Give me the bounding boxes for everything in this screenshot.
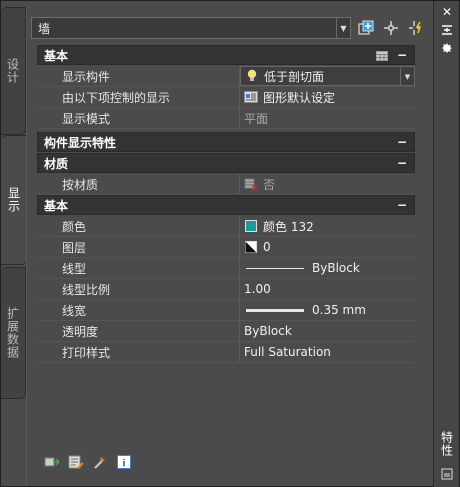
- property-row: 线宽 0.35 mm: [37, 300, 415, 321]
- property-row: 打印样式 Full Saturation: [37, 342, 415, 363]
- selector-toolbar: 墙 ▼: [31, 17, 426, 39]
- layer-icon: [244, 240, 258, 254]
- lineweight-sample: [246, 308, 304, 312]
- property-value-cell[interactable]: Full Saturation: [240, 342, 415, 362]
- property-name: 颜色: [37, 216, 240, 236]
- tab-display[interactable]: 显示: [1, 135, 27, 265]
- tab-extended-data-label: 扩展数据: [5, 307, 20, 359]
- property-value: ByBlock: [312, 261, 360, 275]
- category-component-display-title: 构件显示特性: [44, 135, 117, 150]
- select-objects-icon[interactable]: [381, 18, 401, 38]
- svg-text:i: i: [123, 458, 126, 469]
- category-material[interactable]: 材质 −: [37, 153, 415, 173]
- property-row: 按材质 否: [37, 174, 415, 195]
- category-basic-title: 基本: [44, 198, 69, 213]
- property-row: 由以下项控制的显示 图形默认设定: [37, 87, 415, 108]
- collapse-icon[interactable]: −: [396, 135, 408, 149]
- linetype-sample: [246, 267, 304, 269]
- property-value: 低于剖切面: [264, 69, 325, 84]
- property-row: 显示构件 低于剖切面 ▼: [37, 66, 415, 87]
- property-row: 透明度 ByBlock: [37, 321, 415, 342]
- palette-icon[interactable]: [440, 467, 454, 481]
- property-value: ByBlock: [244, 324, 292, 338]
- info-icon[interactable]: i: [115, 453, 133, 471]
- object-type-value: 墙: [38, 21, 51, 36]
- table-icon[interactable]: [376, 50, 388, 61]
- main-panel: 墙 ▼ 基本 − 显示构件 低于剖切面 ▼ 由以下项控制的显示 图形默认设定 显…: [26, 7, 434, 485]
- chevron-down-icon[interactable]: ▼: [336, 18, 350, 38]
- properties-palette: 设计 显示 扩展数据 墙 ▼ 基本 − 显示构件 低于剖切面 ▼ 由以下项控制的…: [0, 0, 460, 487]
- palette-title-label: 特性: [439, 431, 454, 457]
- color-swatch: [244, 219, 258, 233]
- property-row: 显示模式 平面: [37, 108, 415, 129]
- property-value-cell: 平面: [240, 108, 415, 128]
- bottom-toolbar: i: [43, 453, 133, 471]
- property-name: 线宽: [37, 300, 240, 320]
- property-row: 线型 ByBlock: [37, 258, 415, 279]
- property-name: 按材质: [37, 174, 240, 194]
- property-name: 显示构件: [37, 66, 240, 86]
- display-properties-icon[interactable]: [67, 453, 85, 471]
- property-name: 显示模式: [37, 108, 240, 128]
- property-value: 0.35 mm: [312, 303, 366, 317]
- category-basic-top[interactable]: 基本 −: [37, 45, 415, 65]
- category-material-title: 材质: [44, 156, 69, 171]
- tab-design[interactable]: 设计: [1, 7, 26, 135]
- material-icon: [244, 177, 258, 191]
- property-value-cell[interactable]: 0.35 mm: [240, 300, 415, 320]
- tab-design-label: 设计: [5, 58, 20, 84]
- property-name: 打印样式: [37, 342, 240, 362]
- property-name: 图层: [37, 237, 240, 257]
- property-name: 由以下项控制的显示: [37, 87, 240, 107]
- drawing-default-icon: [244, 90, 258, 104]
- property-value: 图形默认设定: [263, 90, 336, 105]
- property-value: 否: [263, 177, 276, 192]
- autohide-icon[interactable]: [440, 23, 454, 37]
- quick-select-icon[interactable]: [406, 18, 426, 38]
- tab-display-label: 显示: [6, 187, 21, 213]
- property-row: 图层 0: [37, 237, 415, 258]
- property-value-cell[interactable]: 1.00: [240, 279, 415, 299]
- property-value-cell[interactable]: 颜色 132: [240, 216, 415, 236]
- property-value: 颜色 132: [263, 219, 314, 234]
- display-component-select[interactable]: 低于剖切面 ▼: [240, 66, 415, 86]
- property-value-cell[interactable]: 图形默认设定: [240, 87, 415, 107]
- category-basic[interactable]: 基本 −: [37, 195, 415, 215]
- property-value: Full Saturation: [244, 345, 331, 359]
- category-component-display[interactable]: 构件显示特性 −: [37, 132, 415, 152]
- category-basic-top-title: 基本: [44, 48, 69, 63]
- property-grid: 基本 − 显示构件 低于剖切面 ▼ 由以下项控制的显示 图形默认设定 显示模式 …: [37, 45, 415, 363]
- property-value: 1.00: [244, 282, 271, 296]
- property-name: 线型比例: [37, 279, 240, 299]
- property-value: 平面: [244, 111, 269, 126]
- chevron-down-icon[interactable]: ▼: [400, 68, 414, 86]
- property-row: 颜色 颜色 132: [37, 216, 415, 237]
- match-properties-icon[interactable]: [91, 453, 109, 471]
- object-type-select[interactable]: 墙 ▼: [31, 17, 351, 39]
- property-value-cell[interactable]: 0: [240, 237, 415, 257]
- property-name: 透明度: [37, 321, 240, 341]
- tab-extended-data[interactable]: 扩展数据: [1, 267, 26, 399]
- palette-title: 特性: [438, 424, 456, 464]
- property-name: 线型: [37, 258, 240, 278]
- property-row: 线型比例 1.00: [37, 279, 415, 300]
- collapse-icon[interactable]: −: [396, 198, 408, 212]
- bulb-icon: [245, 69, 259, 83]
- palette-title-bar[interactable]: ✕ 特性: [433, 1, 459, 487]
- toggle-pickadd-icon[interactable]: [356, 18, 376, 38]
- collapse-icon[interactable]: −: [396, 156, 408, 170]
- edit-style-icon[interactable]: [43, 453, 61, 471]
- collapse-icon[interactable]: −: [396, 48, 408, 62]
- properties-menu-icon[interactable]: [440, 41, 454, 55]
- property-value: 0: [263, 240, 271, 254]
- close-icon[interactable]: ✕: [440, 5, 454, 19]
- property-value-cell[interactable]: ByBlock: [240, 258, 415, 278]
- property-value-cell[interactable]: ByBlock: [240, 321, 415, 341]
- property-value-cell[interactable]: 否: [240, 174, 415, 194]
